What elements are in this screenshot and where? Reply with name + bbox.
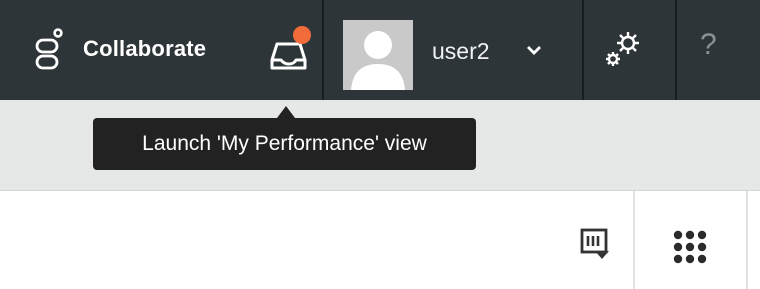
- export-report-icon[interactable]: [578, 227, 614, 263]
- collaborate-icon[interactable]: [34, 28, 68, 72]
- content-divider: [633, 191, 635, 289]
- app-grid-icon[interactable]: [670, 227, 710, 267]
- avatar[interactable]: [343, 20, 413, 90]
- header-divider: [322, 0, 324, 100]
- collaborate-label[interactable]: Collaborate: [83, 36, 206, 62]
- content-divider: [746, 191, 748, 289]
- notification-badge: [293, 26, 311, 44]
- top-navigation-bar: Collaborate user2 ?: [0, 0, 760, 100]
- header-divider: [675, 0, 677, 100]
- tooltip-arrow: [277, 106, 295, 118]
- chevron-down-icon[interactable]: [525, 44, 543, 56]
- header-divider: [582, 0, 584, 100]
- my-performance-button[interactable]: [262, 22, 320, 78]
- content-toolbar: [0, 191, 760, 289]
- username-label[interactable]: user2: [432, 38, 490, 65]
- tooltip: Launch 'My Performance' view: [93, 118, 476, 170]
- user-placeholder-icon: [351, 31, 405, 90]
- gears-icon[interactable]: [598, 26, 646, 74]
- help-button[interactable]: ?: [700, 30, 717, 60]
